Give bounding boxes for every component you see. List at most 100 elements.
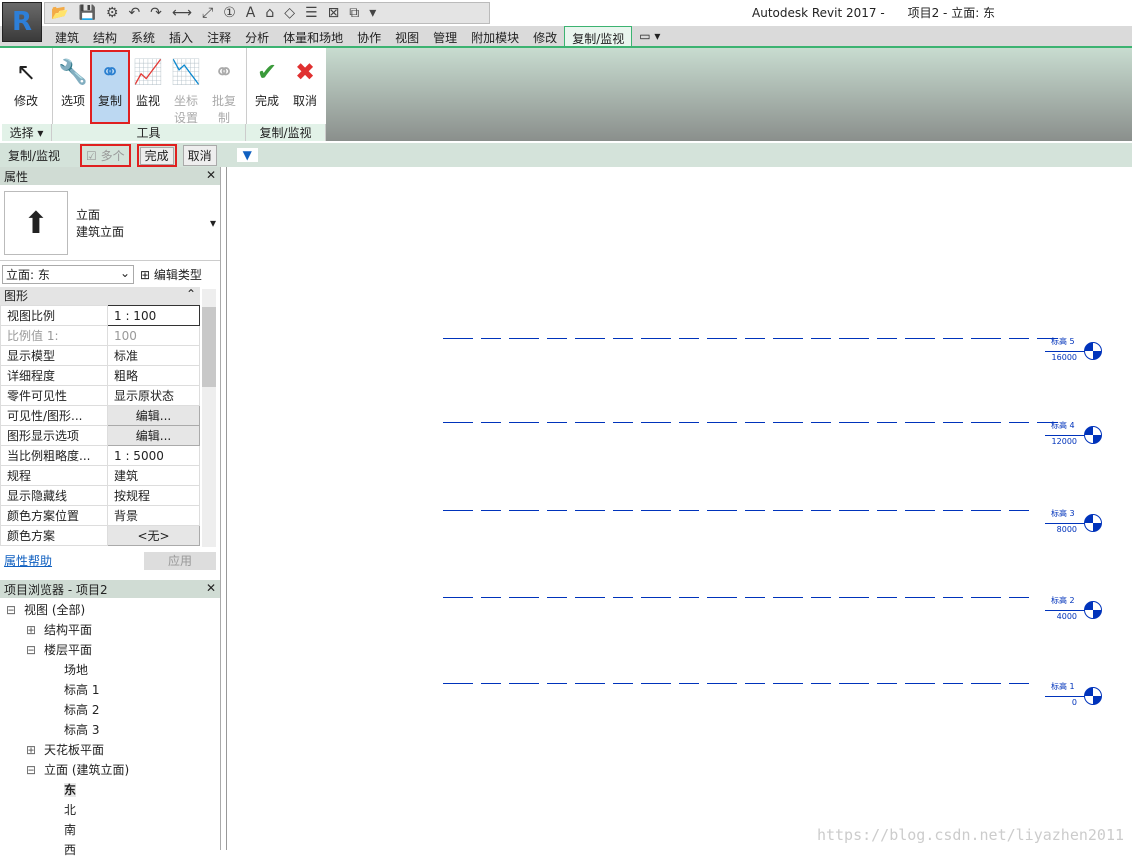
browser-item[interactable]: ⊞ 天花板平面 bbox=[0, 740, 220, 760]
property-value[interactable]: 显示原状态 bbox=[107, 385, 200, 406]
level-head-icon[interactable] bbox=[1084, 342, 1102, 360]
redo-icon[interactable]: ↷ bbox=[150, 5, 162, 21]
level-head-icon[interactable] bbox=[1084, 426, 1102, 444]
level-head-icon[interactable] bbox=[1084, 514, 1102, 532]
browser-item[interactable]: 西 bbox=[0, 840, 220, 860]
property-value[interactable]: 背景 bbox=[107, 505, 200, 526]
level-line[interactable] bbox=[443, 422, 1058, 423]
switch-windows-icon[interactable]: ⧉ bbox=[349, 5, 359, 21]
tab-4[interactable]: 注释 bbox=[200, 26, 238, 46]
3d-view-icon[interactable]: ⌂ bbox=[265, 5, 274, 21]
measure-icon[interactable]: ⟷ bbox=[172, 5, 192, 21]
expand-toggle-icon[interactable]: ⊟ bbox=[26, 760, 44, 780]
tab-7[interactable]: 协作 bbox=[350, 26, 388, 46]
copy-button[interactable]: ⚭ 复制 bbox=[90, 50, 130, 124]
property-value[interactable]: 按规程 bbox=[107, 485, 200, 506]
browser-item[interactable]: ⊟ 视图 (全部) bbox=[0, 600, 220, 620]
property-value[interactable]: 编辑... bbox=[107, 405, 200, 426]
tab-8[interactable]: 视图 bbox=[388, 26, 426, 46]
tab-2[interactable]: 系统 bbox=[124, 26, 162, 46]
browser-item[interactable]: 标高 1 bbox=[0, 680, 220, 700]
property-label: 可见性/图形... bbox=[0, 405, 108, 426]
close-icon[interactable]: ✕ bbox=[206, 168, 216, 184]
property-value[interactable]: 建筑 bbox=[107, 465, 200, 486]
save-icon[interactable]: 💾 bbox=[78, 5, 95, 21]
tab-5[interactable]: 分析 bbox=[238, 26, 276, 46]
text-icon[interactable]: A bbox=[246, 5, 256, 21]
level-line[interactable] bbox=[443, 338, 1058, 339]
project-browser-header: 项目浏览器 - 项目2 ✕ bbox=[0, 580, 220, 598]
cancel-button[interactable]: ✖ 取消 bbox=[287, 52, 323, 109]
monitor-button[interactable]: 📈 监视 bbox=[130, 52, 166, 109]
type-selector[interactable]: ⬆ 立面 建筑立面 ▾ bbox=[0, 185, 220, 261]
project-browser-tree: ⊟ 视图 (全部) ⊞ 结构平面 ⊟ 楼层平面 场地 标高 1 标高 2 标高 3 ⊞ 天花板平面 ⊟ 立… bbox=[0, 598, 220, 860]
options-button[interactable]: 🔧 选项 bbox=[55, 52, 91, 109]
property-value[interactable]: 100 bbox=[107, 325, 200, 346]
section-icon[interactable]: ◇ bbox=[284, 5, 295, 21]
browser-item[interactable]: 场地 bbox=[0, 660, 220, 680]
filter-icon[interactable]: ▼ bbox=[236, 148, 258, 162]
modify-button[interactable]: ↖ 修改 bbox=[8, 52, 44, 109]
close-icon[interactable]: ✕ bbox=[206, 581, 216, 597]
sync-icon[interactable]: ⚙ bbox=[106, 5, 119, 21]
browser-item[interactable]: ⊟ 楼层平面 bbox=[0, 640, 220, 660]
expand-toggle-icon[interactable]: ⊟ bbox=[26, 640, 44, 660]
finish-option-button[interactable]: 完成 bbox=[139, 146, 174, 165]
drawing-canvas[interactable]: 标高 5 16000 标高 4 12000 标高 3 8000 标高 2 4000 标高 1 0 bbox=[226, 167, 1132, 850]
tab-6[interactable]: 体量和场地 bbox=[276, 26, 350, 46]
property-value[interactable]: 粗略 bbox=[107, 365, 200, 386]
level-line[interactable] bbox=[443, 510, 1033, 511]
undo-icon[interactable]: ↶ bbox=[128, 5, 140, 21]
open-icon[interactable]: 📂 bbox=[51, 5, 68, 21]
browser-item[interactable]: 标高 2 bbox=[0, 700, 220, 720]
level-line[interactable] bbox=[443, 683, 1033, 684]
properties-help-link[interactable]: 属性帮助 bbox=[4, 552, 52, 570]
expand-toggle-icon[interactable]: ⊞ bbox=[26, 740, 44, 760]
tab-1[interactable]: 结构 bbox=[86, 26, 124, 46]
level-name: 标高 2 bbox=[1051, 596, 1075, 605]
ribbon-toggle-icon[interactable]: ▭ ▾ bbox=[632, 26, 667, 46]
property-row: 规程 建筑 bbox=[0, 465, 200, 486]
tab-11[interactable]: 修改 bbox=[526, 26, 564, 46]
expand-toggle-icon[interactable]: ⊟ bbox=[6, 600, 24, 620]
edit-type-button[interactable]: ⊞ 编辑类型 bbox=[140, 266, 202, 283]
browser-item[interactable]: ⊟ 立面 (建筑立面) bbox=[0, 760, 220, 780]
tag-icon[interactable]: ① bbox=[223, 5, 236, 21]
browser-item[interactable]: 标高 3 bbox=[0, 720, 220, 740]
properties-scrollbar[interactable] bbox=[202, 289, 216, 547]
coordinate-settings-button[interactable]: 📉 坐标设置 bbox=[168, 52, 204, 126]
browser-item[interactable]: 北 bbox=[0, 800, 220, 820]
property-value[interactable]: 1 : 5000 bbox=[107, 445, 200, 466]
property-value[interactable]: 1 : 100 bbox=[107, 305, 200, 326]
apply-button[interactable]: 应用 bbox=[144, 552, 216, 570]
panel-select[interactable]: 选择 ▾ bbox=[2, 124, 52, 141]
view-instance-select[interactable]: 立面: 东 ⌄ bbox=[2, 264, 134, 284]
property-value[interactable]: <无> bbox=[107, 525, 200, 546]
expand-toggle-icon[interactable]: ⊞ bbox=[26, 620, 44, 640]
customize-icon[interactable]: ▾ bbox=[369, 5, 376, 21]
browser-item[interactable]: 东 bbox=[0, 780, 220, 800]
finish-button[interactable]: ✔ 完成 bbox=[249, 52, 285, 109]
tab-10[interactable]: 附加模块 bbox=[464, 26, 526, 46]
browser-item[interactable]: 南 bbox=[0, 820, 220, 840]
property-label: 零件可见性 bbox=[0, 385, 108, 406]
tab-0[interactable]: 建筑 bbox=[48, 26, 86, 46]
cancel-option-button[interactable]: 取消 bbox=[182, 144, 217, 166]
browser-item[interactable]: ⊞ 结构平面 bbox=[0, 620, 220, 640]
dimension-icon[interactable]: ⤢ bbox=[202, 5, 213, 21]
tab-12[interactable]: 复制/监视 bbox=[564, 26, 633, 46]
group-graphics[interactable]: 图形 ⌃ bbox=[0, 287, 200, 305]
thin-lines-icon[interactable]: ☰ bbox=[305, 5, 318, 21]
close-hidden-icon[interactable]: ⊠ bbox=[328, 5, 340, 21]
property-value[interactable]: 编辑... bbox=[107, 425, 200, 446]
tab-9[interactable]: 管理 bbox=[426, 26, 464, 46]
property-row: 图形显示选项 编辑... bbox=[0, 425, 200, 446]
tab-3[interactable]: 插入 bbox=[162, 26, 200, 46]
level-head-icon[interactable] bbox=[1084, 687, 1102, 705]
multiple-checkbox[interactable]: ☑ 多个 bbox=[80, 143, 131, 167]
batch-copy-button[interactable]: ⚭ 批复制 bbox=[206, 52, 242, 126]
level-head-icon[interactable] bbox=[1084, 601, 1102, 619]
property-value[interactable]: 标准 bbox=[107, 345, 200, 366]
application-menu-button[interactable]: R bbox=[2, 2, 42, 42]
level-line[interactable] bbox=[443, 597, 1033, 598]
